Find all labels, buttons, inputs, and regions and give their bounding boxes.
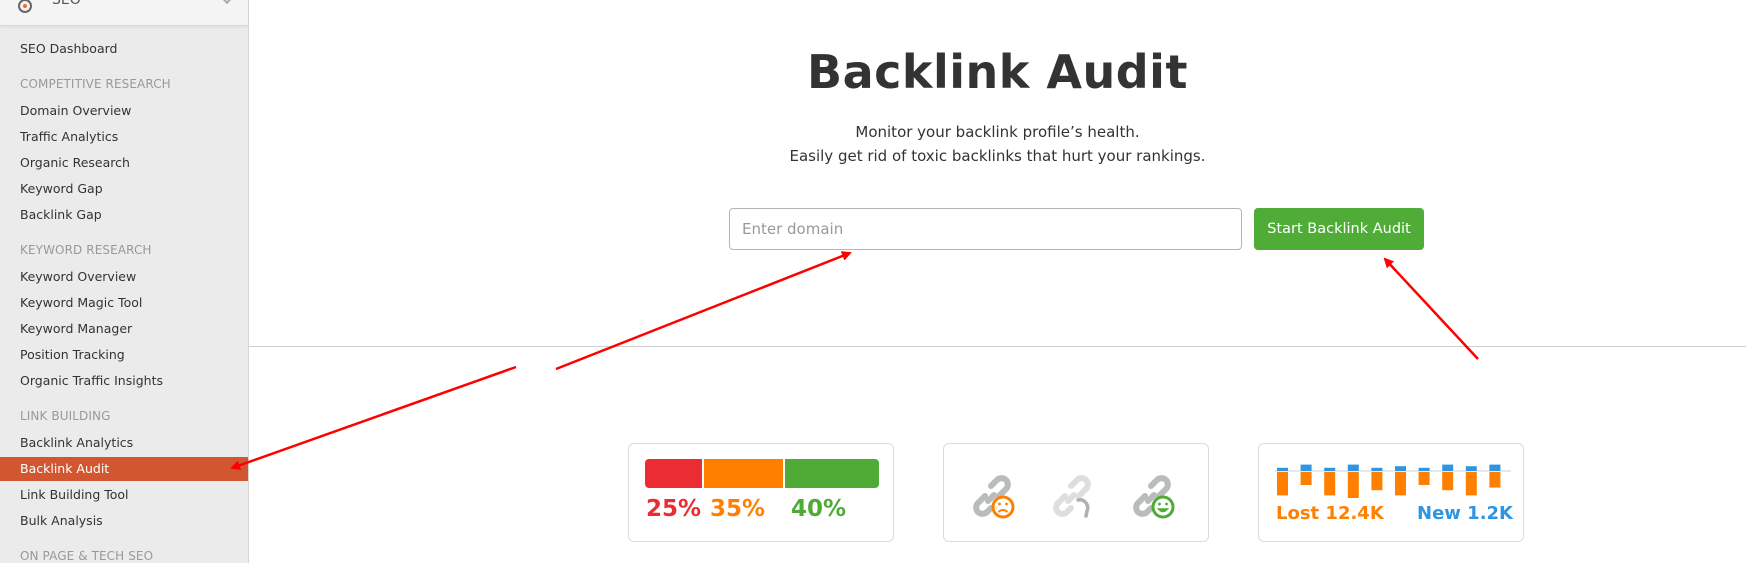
new-bar — [1300, 464, 1312, 471]
lost-bar — [1347, 472, 1359, 498]
sidebar-item-keyword-magic-tool[interactable]: Keyword Magic Tool — [0, 291, 248, 315]
sidebar-item-backlink-analytics[interactable]: Backlink Analytics — [0, 431, 248, 455]
sidebar: SEO SEO Dashboard COMPETITIVE RESEARCH Dom… — [0, 0, 249, 563]
new-bar — [1395, 466, 1406, 471]
lost-bar — [1442, 472, 1454, 491]
new-bar — [1442, 464, 1454, 471]
new-bar — [1418, 467, 1430, 471]
arrow-to-domain-input — [555, 251, 852, 371]
arrow-to-backlink-audit — [230, 365, 517, 471]
potentially-toxic-segment — [703, 459, 786, 488]
target-icon — [18, 0, 32, 13]
non-toxic-segment — [785, 459, 879, 488]
sidebar-item-organic-traffic-insights[interactable]: Organic Traffic Insights — [0, 369, 248, 393]
sidebar-item-domain-overview[interactable]: Domain Overview — [0, 99, 248, 123]
new-bar — [1465, 466, 1477, 471]
sidebar-header-label: SEO — [52, 0, 81, 8]
new-bar — [1347, 464, 1359, 471]
sidebar-item-keyword-gap[interactable]: Keyword Gap — [0, 177, 248, 201]
sidebar-item-organic-research[interactable]: Organic Research — [0, 151, 248, 175]
sidebar-item-position-tracking[interactable]: Position Tracking — [0, 343, 248, 367]
lost-bar — [1465, 472, 1477, 496]
lost-bar — [1395, 472, 1406, 496]
new-bar — [1277, 467, 1288, 471]
sidebar-section-link-building: LINK BUILDING — [20, 409, 111, 423]
non-toxic-percent: 40% — [791, 496, 847, 522]
sidebar-section-keyword-research: KEYWORD RESEARCH — [20, 243, 152, 257]
link-status-card — [943, 443, 1209, 542]
lost-bar — [1371, 472, 1383, 491]
chevron-down-icon[interactable] — [219, 0, 235, 5]
subtitle-line-2: Easily get rid of toxic backlinks that h… — [789, 147, 1206, 165]
new-bar — [1324, 467, 1336, 471]
start-backlink-audit-button[interactable]: Start Backlink Audit — [1254, 208, 1424, 250]
healthy-link-icon — [1133, 475, 1175, 519]
subtitle-line-1: Monitor your backlink profile’s health. — [855, 123, 1140, 141]
sidebar-item-backlink-gap[interactable]: Backlink Gap — [0, 203, 248, 227]
sidebar-item-link-building-tool[interactable]: Link Building Tool — [0, 483, 248, 507]
new-links-label: New 1.2K — [1417, 503, 1514, 524]
potentially-toxic-percent: 35% — [710, 496, 766, 522]
sidebar-item-keyword-overview[interactable]: Keyword Overview — [0, 265, 248, 289]
lost-bar — [1489, 472, 1501, 488]
lost-bar — [1277, 472, 1288, 496]
new-bar — [1489, 464, 1501, 471]
page-title: Backlink Audit — [807, 45, 1188, 99]
sidebar-section-on-page-tech-seo: ON PAGE & TECH SEO — [20, 549, 154, 563]
arrow-to-start-button — [1383, 257, 1479, 360]
new-bar — [1371, 467, 1383, 471]
section-divider — [249, 346, 1746, 347]
toxic-segment — [645, 459, 704, 488]
broken-link-icon — [1053, 475, 1091, 518]
toxicity-card: 25% 35% 40% — [628, 443, 894, 542]
lost-links-label: Lost 12.4K — [1276, 503, 1384, 524]
toxic-percent: 25% — [646, 496, 702, 522]
toxicity-bar — [645, 459, 879, 488]
lost-bar — [1300, 472, 1312, 485]
domain-input[interactable] — [729, 208, 1242, 250]
lost-new-card: Lost 12.4K New 1.2K — [1258, 443, 1524, 542]
sidebar-item-keyword-manager[interactable]: Keyword Manager — [0, 317, 248, 341]
sidebar-item-bulk-analysis[interactable]: Bulk Analysis — [0, 509, 248, 533]
sidebar-section-competitive-research: COMPETITIVE RESEARCH — [20, 77, 171, 91]
lost-new-mini-chart — [1275, 464, 1511, 498]
sidebar-item-backlink-audit[interactable]: Backlink Audit — [0, 457, 248, 481]
sidebar-item-seo-dashboard[interactable]: SEO Dashboard — [0, 37, 248, 61]
toxic-link-icon — [973, 475, 1015, 519]
sidebar-item-traffic-analytics[interactable]: Traffic Analytics — [0, 125, 248, 149]
lost-bar — [1418, 472, 1430, 485]
sidebar-header-seo[interactable]: SEO — [0, 0, 248, 26]
lost-bar — [1324, 472, 1336, 496]
